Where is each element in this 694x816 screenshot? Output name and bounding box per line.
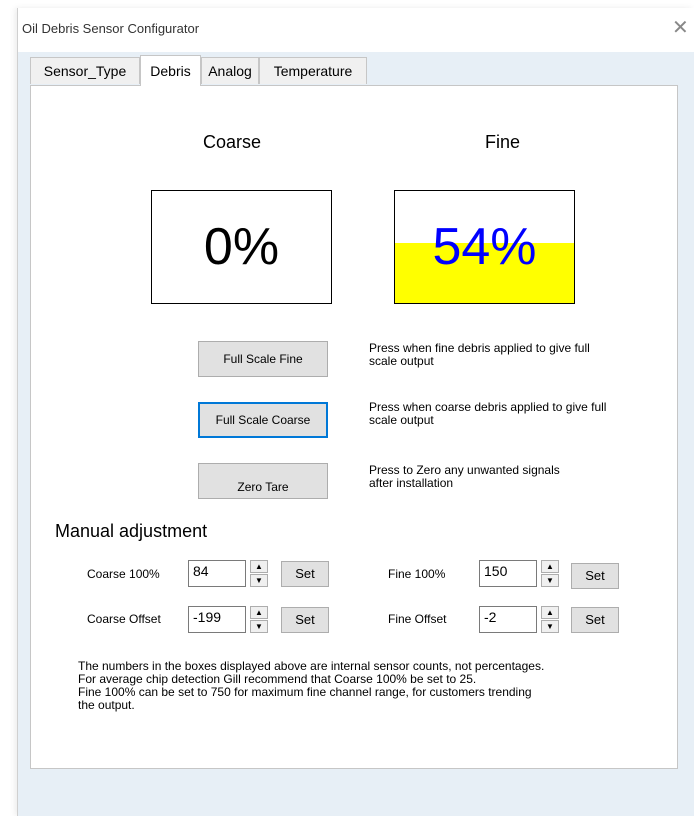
tab-analog[interactable]: Analog (201, 57, 259, 84)
fine-100-spinner[interactable]: ▲ ▼ (541, 560, 559, 587)
spin-up-icon[interactable]: ▲ (250, 606, 268, 619)
spin-up-icon[interactable]: ▲ (250, 560, 268, 573)
full-scale-fine-button[interactable]: Full Scale Fine (198, 341, 328, 377)
coarse-100-spinner[interactable]: ▲ ▼ (250, 560, 268, 587)
help-line: after installation (369, 476, 454, 490)
coarse-offset-set-button[interactable]: Set (281, 607, 329, 633)
fine-heading: Fine (485, 132, 521, 152)
close-icon[interactable]: ✕ (672, 18, 689, 38)
full-scale-coarse-help: Press when coarse debris applied to give… (369, 401, 606, 427)
note-line: the output. (78, 698, 135, 712)
spin-down-icon[interactable]: ▼ (250, 620, 268, 633)
spin-down-icon[interactable]: ▼ (250, 574, 268, 587)
fine-offset-label: Fine Offset (388, 612, 447, 626)
coarse-meter: 0% (151, 190, 332, 304)
coarse-100-set-button[interactable]: Set (281, 561, 329, 587)
coarse-offset-input[interactable]: -199 (188, 606, 246, 633)
tab-sensor-type[interactable]: Sensor_Type (30, 57, 140, 84)
zero-tare-button[interactable]: Zero Tare (198, 463, 328, 499)
manual-adjustment-heading: Manual adjustment (55, 521, 208, 541)
fine-offset-set-button[interactable]: Set (571, 607, 619, 633)
spin-down-icon[interactable]: ▼ (541, 620, 559, 633)
tab-debris[interactable]: Debris (140, 55, 201, 86)
fine-100-input[interactable]: 150 (479, 560, 537, 587)
help-line: scale output (369, 354, 434, 368)
coarse-100-label: Coarse 100% (87, 567, 160, 581)
spin-up-icon[interactable]: ▲ (541, 560, 559, 573)
fine-value: 54% (432, 218, 537, 276)
coarse-value: 0% (203, 218, 280, 276)
coarse-heading: Coarse (203, 132, 262, 152)
fine-offset-spinner[interactable]: ▲ ▼ (541, 606, 559, 633)
fine-100-set-button[interactable]: Set (571, 563, 619, 589)
note-line: Fine 100% can be set to 750 for maximum … (78, 685, 532, 699)
fine-100-label: Fine 100% (388, 567, 446, 581)
info-note: The numbers in the boxes displayed above… (78, 660, 678, 712)
window-title: Oil Debris Sensor Configurator (22, 21, 200, 36)
tab-temperature[interactable]: Temperature (259, 57, 367, 84)
fine-meter: 54% (394, 190, 575, 304)
coarse-offset-spinner[interactable]: ▲ ▼ (250, 606, 268, 633)
coarse-offset-label: Coarse Offset (87, 612, 161, 626)
help-line: scale output (369, 413, 434, 427)
full-scale-fine-help: Press when fine debris applied to give f… (369, 342, 590, 368)
fine-offset-input[interactable]: -2 (479, 606, 537, 633)
title-bar: Oil Debris Sensor Configurator ✕ (18, 8, 694, 52)
configurator-window: Oil Debris Sensor Configurator ✕ Sensor_… (18, 8, 694, 816)
coarse-100-input[interactable]: 84 (188, 560, 246, 587)
full-scale-coarse-button[interactable]: Full Scale Coarse (198, 402, 328, 438)
spin-up-icon[interactable]: ▲ (541, 606, 559, 619)
zero-tare-help: Press to Zero any unwanted signals after… (369, 464, 560, 490)
spin-down-icon[interactable]: ▼ (541, 574, 559, 587)
